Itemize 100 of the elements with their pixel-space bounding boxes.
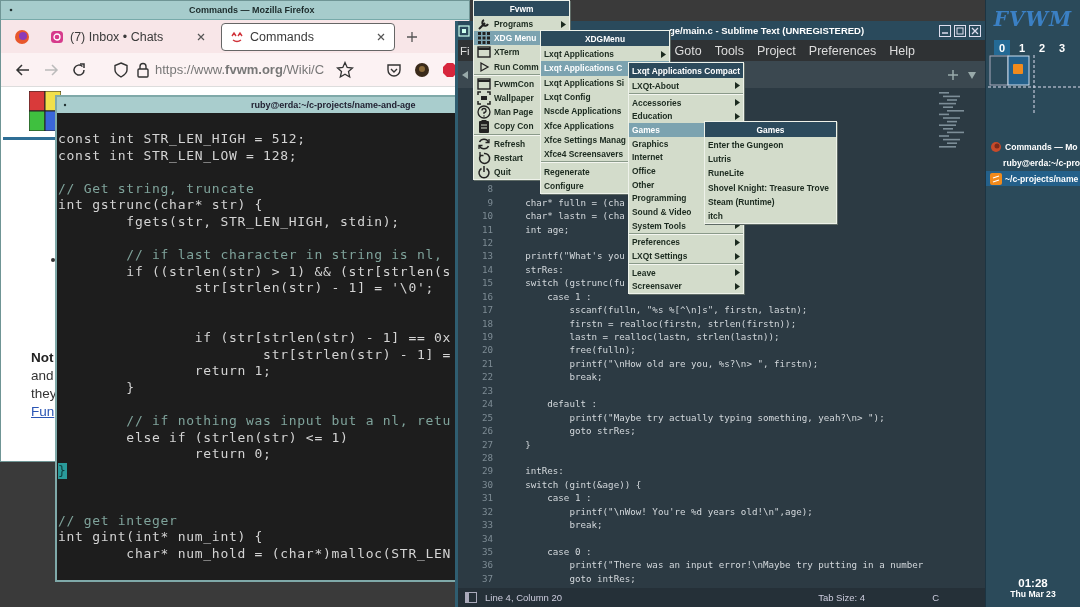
code-line: return 1;	[193, 363, 272, 380]
scroll-left-icon[interactable]	[461, 69, 469, 80]
plus-icon[interactable]	[405, 29, 419, 44]
line-number: 16	[480, 290, 493, 302]
menu-item[interactable]: Education	[629, 109, 743, 124]
menu-item[interactable]: Leave	[629, 265, 743, 280]
menu-item[interactable]: Shovel Knight: Treasure Trove	[705, 180, 836, 195]
browser-logo-icon	[990, 140, 1002, 153]
menu-title: Games	[705, 122, 836, 137]
menu-item[interactable]: Help	[889, 43, 915, 58]
menu-item[interactable]: Lutris	[705, 152, 836, 167]
window-title: ge/main.c - Sublime Text (UNREGISTERED)	[669, 25, 865, 36]
link[interactable]: Fun	[31, 404, 57, 419]
menu-title: Lxqt Applications Compact	[629, 63, 743, 78]
smile-icon	[230, 29, 244, 44]
sidebar-icon[interactable]	[465, 592, 477, 603]
tab[interactable]: Commands	[221, 22, 395, 51]
reload-icon[interactable]	[71, 61, 87, 78]
code-line: goto intRes;	[568, 572, 636, 584]
syntax[interactable]: C	[932, 592, 939, 603]
window-list-item[interactable]: ruby@erda:~/c-pro	[986, 155, 1080, 170]
menu-item[interactable]: Project	[756, 43, 796, 58]
line-number: 21	[480, 357, 493, 369]
line-number: 9	[486, 196, 493, 208]
code-line: sscanf(fulln, "%s %[^\n]s", firstn, lastn);	[568, 304, 808, 316]
code-line: fgets(str, STR_LEN_HIGH, stdin);	[125, 213, 400, 231]
shield-icon	[113, 61, 129, 78]
window-list-item[interactable]: ~/c-projects/name	[986, 171, 1080, 186]
menu-item[interactable]: RuneLite	[705, 166, 836, 181]
play-icon	[477, 59, 491, 74]
code-line: lastn = realloc(lastn, strlen(lastn));	[568, 331, 780, 343]
line-number: 29	[480, 465, 493, 477]
code-line: char* lastn = (cha	[524, 210, 625, 222]
menu-item[interactable]: LXQt-About	[629, 79, 743, 93]
menu-item[interactable]: Preferences	[629, 235, 743, 250]
line-number: 33	[480, 519, 493, 531]
code-line: return 0;	[193, 446, 272, 463]
menu-item[interactable]: Fi	[460, 44, 470, 57]
code-line: break;	[568, 371, 603, 383]
line-number: 28	[480, 451, 493, 463]
star-icon[interactable]	[336, 60, 355, 79]
close-icon[interactable]	[196, 31, 206, 42]
code-line: goto strRes;	[568, 425, 636, 437]
window-list-item[interactable]: Commands — Mo	[986, 139, 1080, 154]
pocket-icon[interactable]	[386, 61, 403, 78]
line-number: 11	[480, 223, 493, 235]
line-number: 12	[480, 236, 493, 248]
menu-item[interactable]: Screensaver	[629, 279, 743, 294]
back-icon[interactable]	[15, 61, 31, 78]
desk-tab[interactable]: 0	[994, 40, 1010, 55]
clock-time: 01:28	[1018, 577, 1048, 589]
menu-item[interactable]: Accessories	[629, 95, 743, 110]
window-menu-icon[interactable]	[458, 24, 470, 37]
close-icon[interactable]	[376, 31, 386, 42]
clipboard-icon	[477, 119, 491, 134]
bullet-icon	[51, 258, 55, 262]
code-line: case 1 :	[546, 290, 592, 302]
code-line: case 0 :	[546, 546, 592, 558]
code-line: int age;	[524, 223, 570, 235]
code-line: // get integer	[58, 512, 178, 530]
tab-size[interactable]: Tab Size: 4	[818, 592, 866, 603]
text: and	[31, 368, 55, 383]
menu-item[interactable]: Goto	[674, 43, 702, 58]
desk-tab[interactable]: 2	[1034, 40, 1050, 55]
window-icon	[477, 45, 491, 60]
tab[interactable]: (7) Inbox • Chats	[41, 22, 215, 51]
address-field[interactable]: https://www.fvwm.org/Wiki/C	[155, 62, 325, 77]
menu-item[interactable]: Enter the Gungeon	[705, 138, 836, 153]
camera-icon	[50, 29, 64, 44]
line-number: 24	[480, 398, 493, 410]
avatar-icon[interactable]	[414, 61, 431, 78]
line-number: 36	[480, 559, 493, 571]
window-title: ruby@erda:~/c-projects/name-and-age	[251, 100, 416, 110]
line-number: 27	[480, 438, 493, 450]
menu-item[interactable]: Tools	[714, 43, 744, 58]
menu-item[interactable]: Lxqt Applications	[541, 47, 669, 62]
menu-title: XDGMenu	[541, 31, 669, 46]
code-line: int gint(int* num_int) {	[58, 529, 264, 546]
desk-tab[interactable]: 3	[1054, 40, 1070, 55]
frame-icon	[477, 91, 491, 106]
plus-icon[interactable]	[947, 68, 959, 81]
window-title: Commands — Mozilla Firefox	[189, 5, 315, 15]
maximize-icon[interactable]	[954, 24, 966, 37]
code-line: printf("Maybe try actually typing something, yeah?\n> ");	[568, 411, 885, 423]
menu-item[interactable]: Steam (Runtime)	[705, 194, 836, 209]
code-line: if ((strlen(str) > 1) && (str[strlen(s	[125, 263, 452, 281]
menu-item[interactable]: Preferences	[808, 43, 877, 58]
line-number: 15	[480, 277, 493, 289]
menu-item[interactable]: LXQt Settings	[629, 249, 743, 263]
desk-tab[interactable]: 1	[1014, 40, 1030, 55]
logo: FVWM	[993, 6, 1073, 33]
minimize-icon[interactable]	[939, 24, 951, 37]
code-line: printf("\nHow old are you, %s?\n> ", firstn);	[568, 357, 819, 369]
code-line: intRes:	[524, 465, 564, 477]
code-line: }	[125, 379, 135, 397]
pager-drawing[interactable]	[988, 55, 1080, 115]
menu-item[interactable]: Programs	[474, 17, 569, 32]
menu-item[interactable]: itch	[705, 208, 836, 224]
code-line: str[strlen(str) - 1] =	[262, 346, 452, 364]
menu-title: Fvwm	[474, 1, 569, 16]
